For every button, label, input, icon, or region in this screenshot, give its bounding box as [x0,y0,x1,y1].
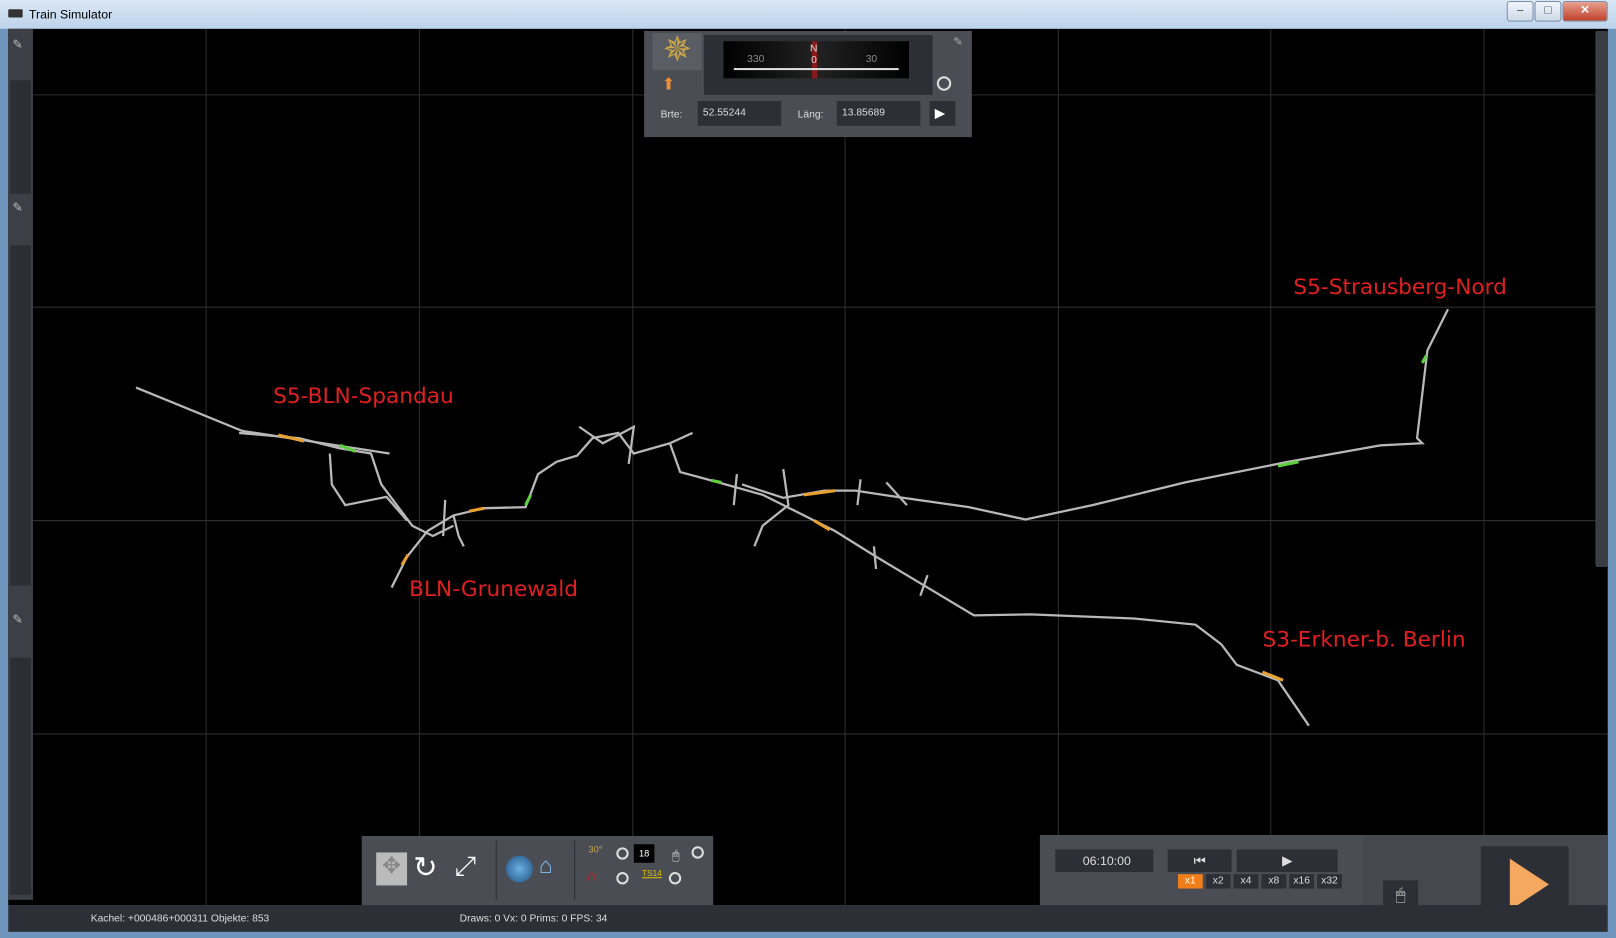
toggle-ts[interactable] [668,872,682,885]
speed-x8[interactable]: x8 [1261,874,1287,889]
tick-30: 30 [865,53,878,65]
side-panel[interactable] [10,245,31,586]
pin-icon[interactable]: ✎ [953,35,963,48]
map-toolbar: ✥ ↻ ⤢ ⌂ 30° 18 🖱 ∩ TS14 [361,835,714,906]
track-map [8,28,1608,906]
toggle-mouse[interactable] [691,846,704,859]
ts-icon: TS14 [642,868,662,879]
tile-status: Kachel: +000486+000311 Objekte: 853 [90,913,270,925]
map-view[interactable] [8,28,1608,906]
play-icon [1509,858,1549,911]
track-strausberg [741,308,1450,521]
title-bar: Train Simulator – □ ✕ [0,0,1616,29]
station-label-erkner[interactable]: S3-Erkner-b. Berlin [1262,627,1465,652]
toggle-angle[interactable] [616,847,629,860]
toggle-magnet[interactable] [616,872,629,885]
pin-icon[interactable]: ✎ [12,200,22,214]
latitude-input[interactable]: 52.55244 [697,101,782,126]
station-label-spandau[interactable]: S5-BLN-Spandau [273,383,454,408]
longitude-label: Läng: [797,109,824,121]
speed-x32[interactable]: x32 [1317,874,1342,889]
side-panel[interactable] [10,657,31,895]
speed-x16[interactable]: x16 [1289,874,1315,889]
side-panel[interactable] [10,80,31,194]
maximize-button[interactable]: □ [1534,1,1562,22]
speed-x1[interactable]: x1 [1177,874,1203,889]
rotate-icon[interactable]: ↻ [413,850,437,884]
globe-icon[interactable] [506,855,533,883]
layer-count[interactable]: 18 [633,844,655,863]
magnet-icon: ∩ [586,866,598,885]
station-label-grunewald[interactable]: BLN-Grunewald [409,576,578,601]
left-sidebar: ✎ ✎ ✎ [8,28,33,900]
reset-view-icon[interactable] [936,76,952,91]
longitude-input[interactable]: 13.85689 [836,101,921,126]
mouse-icon: 🖱 [671,848,680,863]
track-grunewald [390,431,671,589]
window-title: Train Simulator [28,7,113,22]
compass-panel: ✵ ⬆ 330 N 0 30 ✎ Brte: 52.55244 Läng: 13… [644,30,972,138]
heading-gauge: 330 N 0 30 [703,35,933,95]
speed-x4[interactable]: x4 [1233,874,1259,889]
speed-x2[interactable]: x2 [1205,874,1231,889]
pin-icon[interactable]: ✎ [12,37,22,51]
fit-view-icon[interactable]: ✥ [376,852,408,886]
tick-0: 0 [811,54,817,66]
time-display[interactable]: 06:10:00 [1055,849,1154,873]
app-icon [8,9,23,18]
latitude-label: Brte: [660,109,683,121]
status-bar: Kachel: +000486+000311 Objekte: 853 Draw… [8,905,1608,932]
tracks [135,308,1450,727]
close-button[interactable]: ✕ [1562,1,1608,22]
home-icon[interactable]: ⌂ [539,852,553,879]
angle-icon: 30° [588,844,603,855]
station-label-strausberg[interactable]: S5-Strausberg-Nord [1293,274,1507,299]
zoom-region-icon[interactable]: ⤢ [454,850,475,883]
play-time-button[interactable]: ▶ [1236,849,1338,873]
map-grid [8,28,1608,906]
pin-icon[interactable]: ✎ [12,612,22,626]
compass-rose-icon[interactable]: ✵ [652,30,702,71]
map-up-icon[interactable]: ⬆ [662,74,676,95]
minimize-button[interactable]: – [1506,1,1534,22]
vertical-scrollbar[interactable] [1595,30,1608,567]
render-stats: Draws: 0 Vx: 0 Prims: 0 FPS: 34 [459,913,608,925]
tick-330: 330 [747,53,765,65]
rewind-button[interactable]: ⏮ [1167,849,1232,873]
go-to-coordinates-button[interactable]: ▶ [929,101,956,126]
tick-north: N [810,43,818,55]
